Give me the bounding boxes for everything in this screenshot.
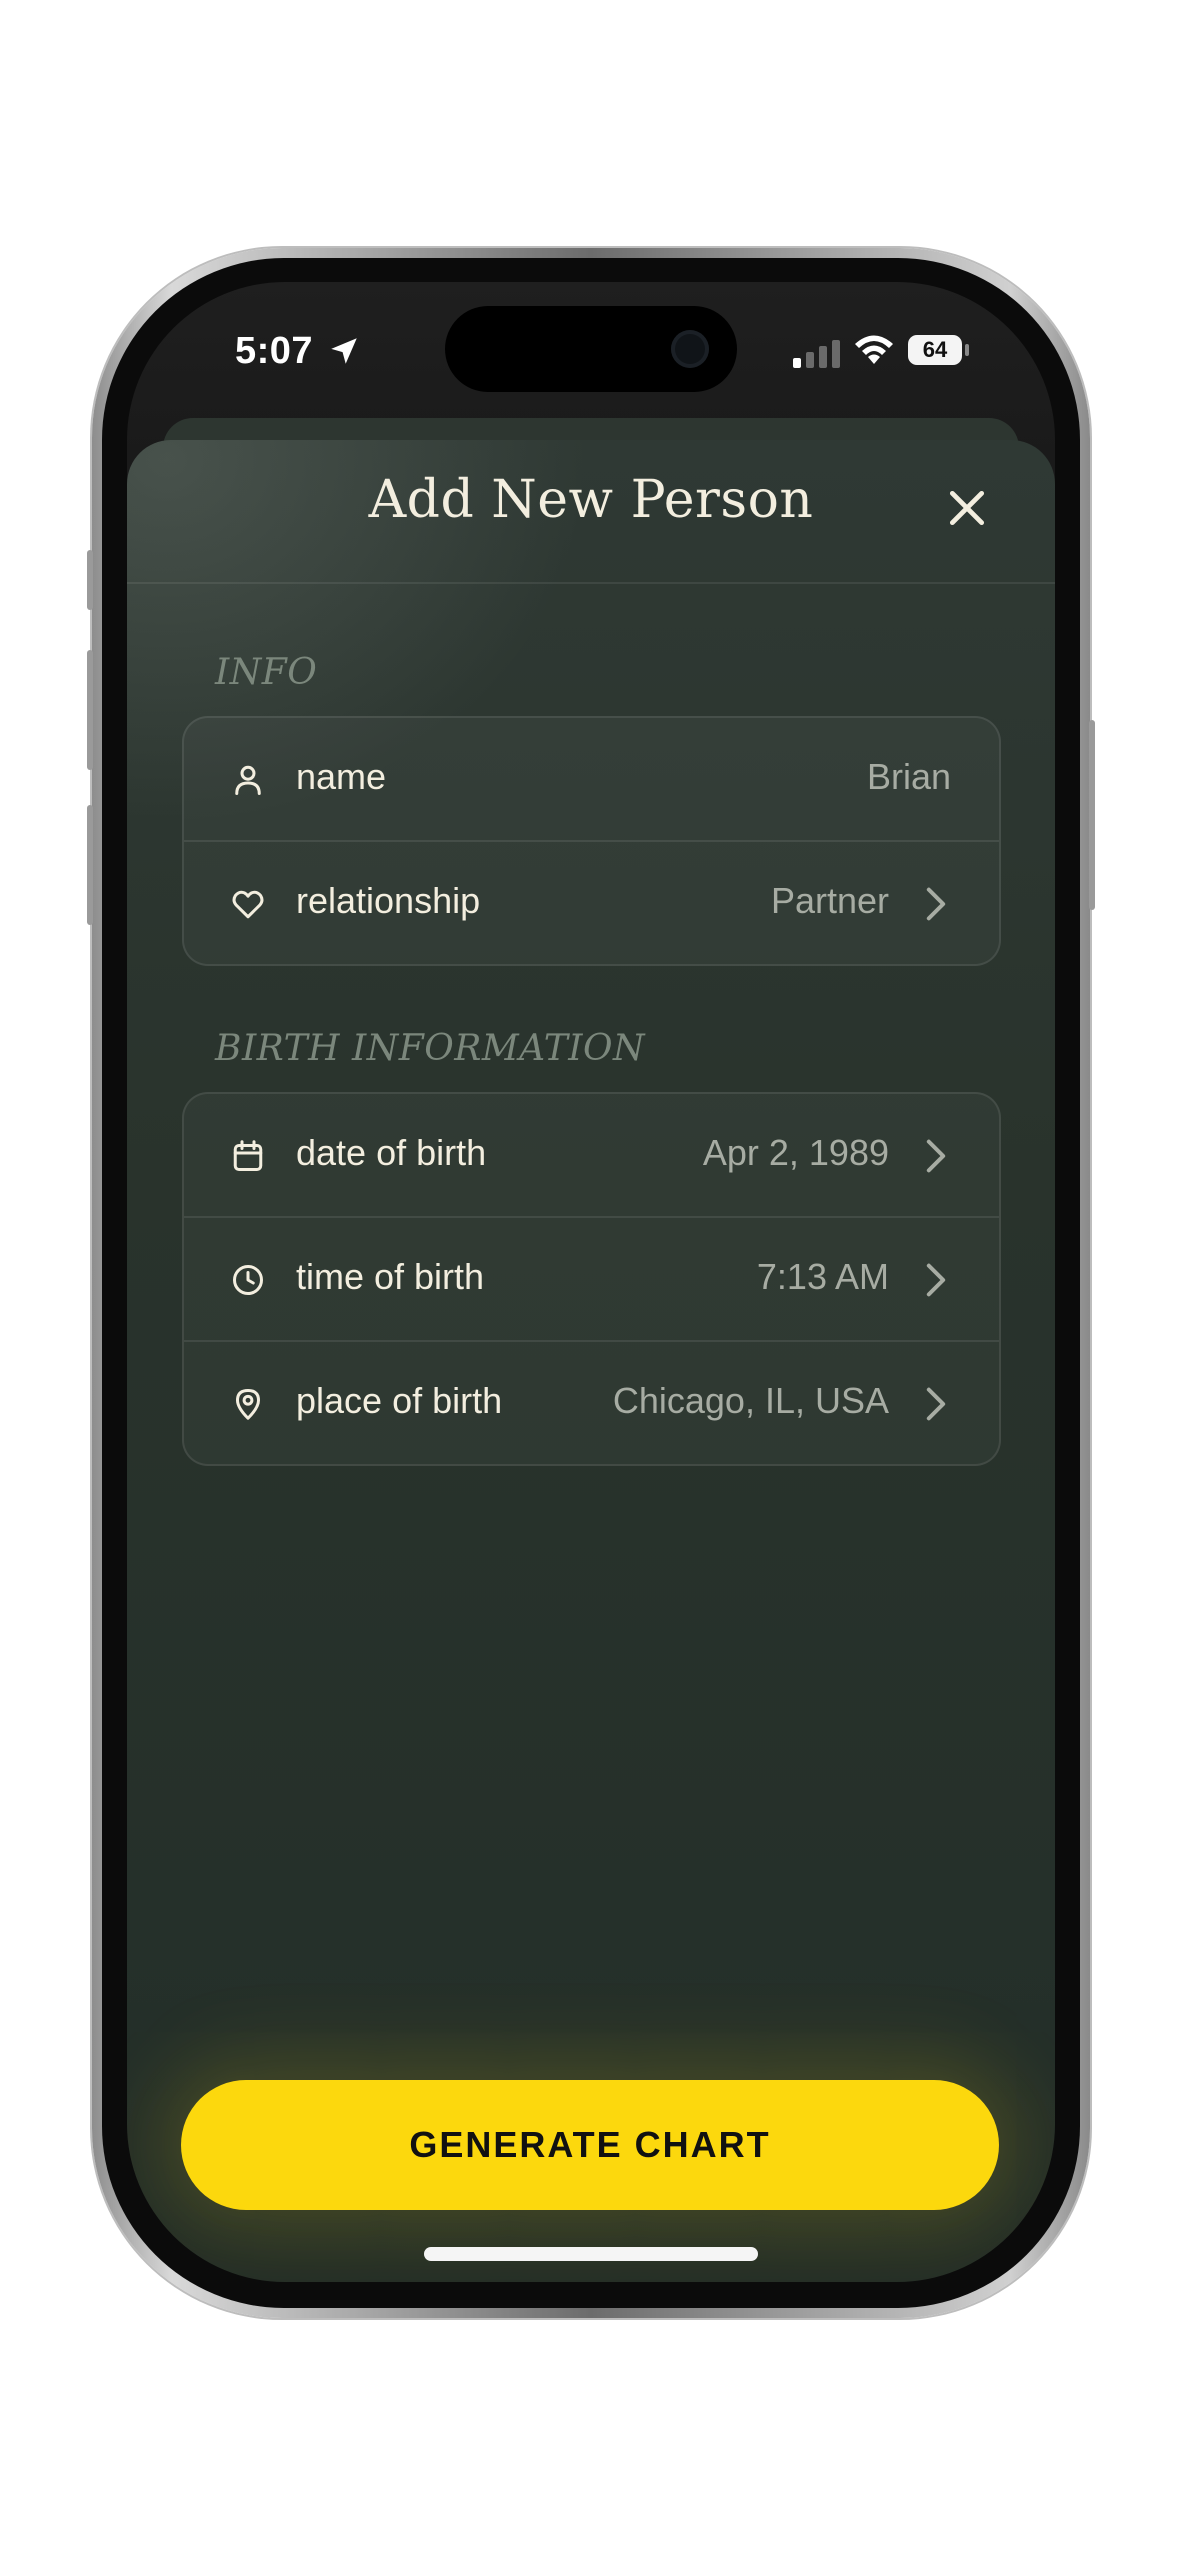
- location-arrow-icon: [331, 338, 357, 364]
- battery-indicator: 64: [908, 335, 962, 365]
- info-card: name Brian relationship Partner: [182, 716, 1001, 966]
- battery-tip: [965, 344, 969, 356]
- power-button: [1089, 720, 1095, 910]
- heart-icon: [232, 890, 264, 919]
- chevron-right-icon: [926, 1387, 946, 1421]
- map-pin-icon: [236, 1389, 260, 1420]
- chevron-right-icon: [926, 887, 946, 921]
- status-bar: 5:07 64: [127, 282, 1055, 417]
- relationship-value: Partner: [770, 880, 889, 921]
- home-indicator[interactable]: [424, 2247, 758, 2261]
- date-of-birth-row[interactable]: date of birth Apr 2, 1989: [184, 1094, 999, 1216]
- volume-up-button: [87, 650, 93, 770]
- time-of-birth-row[interactable]: time of birth 7:13 AM: [184, 1216, 999, 1340]
- row-label: date of birth: [296, 1132, 487, 1173]
- calendar-icon: [233, 1140, 263, 1171]
- chevron-right-icon: [926, 1263, 946, 1297]
- dynamic-island: [445, 306, 737, 392]
- status-time: 5:07: [235, 330, 314, 372]
- wifi-icon: [855, 335, 893, 364]
- relationship-row[interactable]: relationship Partner: [184, 840, 999, 964]
- close-icon[interactable]: [945, 486, 989, 530]
- volume-down-button: [87, 805, 93, 925]
- row-label: name: [296, 756, 387, 797]
- sheet-title: Add New Person: [368, 470, 814, 530]
- phone-screen: 5:07 64 Add New Person INFO name Brian r…: [127, 282, 1055, 2282]
- time-of-birth-value: 7:13 AM: [756, 1256, 889, 1297]
- row-label: relationship: [296, 880, 481, 921]
- generate-chart-button[interactable]: GENERATE CHART: [181, 2080, 999, 2210]
- name-value: Brian: [866, 756, 951, 797]
- header-divider: [127, 582, 1055, 584]
- action-button: [87, 550, 93, 610]
- section-label-info: INFO: [215, 652, 318, 693]
- section-label-birth: BIRTH INFORMATION: [215, 1028, 645, 1069]
- date-of-birth-value: Apr 2, 1989: [702, 1132, 889, 1173]
- place-of-birth-value: Chicago, IL, USA: [612, 1380, 889, 1421]
- person-icon: [235, 765, 261, 795]
- row-label: time of birth: [296, 1256, 485, 1297]
- birth-info-card: date of birth Apr 2, 1989 time of birth …: [182, 1092, 1001, 1466]
- add-person-sheet: Add New Person INFO name Brian relations…: [127, 440, 1055, 2282]
- chevron-right-icon: [926, 1139, 946, 1173]
- cellular-signal-icon: [793, 340, 840, 368]
- place-of-birth-row[interactable]: place of birth Chicago, IL, USA: [184, 1340, 999, 1464]
- row-label: place of birth: [296, 1380, 503, 1421]
- front-camera: [671, 330, 709, 368]
- name-row[interactable]: name Brian: [184, 718, 999, 840]
- clock-icon: [233, 1265, 263, 1295]
